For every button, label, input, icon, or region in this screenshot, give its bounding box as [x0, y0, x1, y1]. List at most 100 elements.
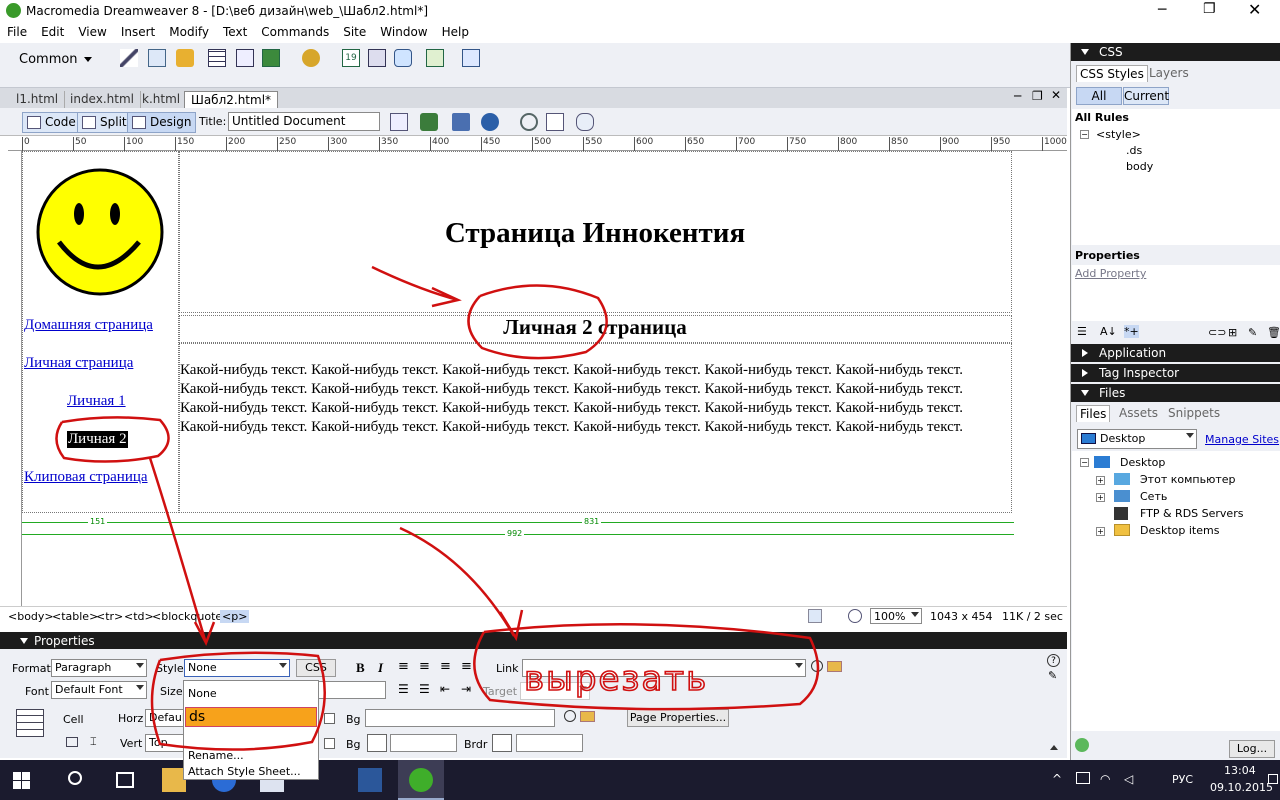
globe-icon[interactable] [481, 113, 499, 131]
format-select[interactable]: Paragraph [51, 659, 147, 677]
rule-body[interactable]: body [1126, 160, 1153, 173]
tab-k[interactable]: k.html [136, 91, 188, 108]
expand-arrow-icon[interactable] [1050, 745, 1058, 750]
nav-personal-link[interactable]: Личная страница [24, 355, 133, 372]
minimize-button[interactable]: ─ [1158, 2, 1166, 18]
tab-shabl2[interactable]: Шабл2.html* [184, 91, 279, 108]
link-field[interactable] [522, 659, 806, 677]
design-canvas[interactable]: Страница Иннокентия Личная 2 страница До… [22, 151, 1067, 606]
outdent-icon[interactable]: ⇤ [440, 682, 450, 696]
list-view-icon[interactable]: A↓ [1100, 325, 1117, 338]
tree-network[interactable]: Сеть [1140, 490, 1167, 503]
tray-arrow-icon[interactable]: ^ [1052, 772, 1062, 786]
task-view-icon[interactable] [116, 772, 134, 788]
style-select[interactable]: None [184, 659, 290, 677]
tree-desktop-items[interactable]: Desktop items [1140, 524, 1219, 537]
zoom-tool-icon[interactable] [848, 609, 862, 623]
tree-expand-icon[interactable]: + [1096, 527, 1105, 536]
menu-view[interactable]: View [71, 22, 113, 39]
page-properties-button[interactable]: Page Properties... [627, 709, 729, 727]
file-management-icon[interactable] [452, 113, 470, 131]
comment-icon[interactable] [394, 49, 412, 67]
attach-stylesheet-icon[interactable]: ⊂⊃ [1208, 326, 1226, 339]
menu-modify[interactable]: Modify [162, 22, 216, 39]
properties-panel-header[interactable]: Properties [0, 632, 1067, 649]
files-panel-header[interactable]: Files [1071, 384, 1280, 402]
dreamweaver-taskbar-icon[interactable] [398, 760, 444, 800]
refresh-icon[interactable] [520, 113, 538, 131]
design-view-button[interactable]: Design [127, 112, 197, 133]
tag-p[interactable]: <p> [220, 610, 250, 623]
bold-button[interactable]: B [356, 660, 365, 676]
close-button[interactable]: ✕ [1248, 0, 1261, 19]
preview-browser-icon[interactable] [420, 113, 438, 131]
rule-style[interactable]: <style> [1096, 128, 1141, 141]
merge-cells-icon[interactable] [66, 737, 78, 747]
tag-table[interactable]: <table> [52, 610, 98, 623]
nav-clips-link[interactable]: Клиповая страница [24, 469, 148, 486]
italic-button[interactable]: I [378, 660, 383, 676]
application-panel-header[interactable]: Application [1071, 344, 1280, 362]
tag-chooser-icon[interactable] [462, 49, 480, 67]
volume-tray-icon[interactable]: ◁ [1124, 772, 1133, 786]
clock-date[interactable]: 09.10.2015 [1210, 781, 1273, 794]
tag-tr[interactable]: <tr> [96, 610, 123, 623]
mode-current-button[interactable]: Current [1123, 87, 1169, 105]
view-options-icon[interactable] [546, 113, 564, 131]
tree-ftp[interactable]: FTP & RDS Servers [1140, 507, 1243, 520]
css-panel-header[interactable]: CSS [1071, 43, 1280, 61]
css-button[interactable]: CSS [296, 659, 336, 677]
category-dropdown-icon[interactable] [84, 57, 92, 62]
tree-expand-icon[interactable]: + [1096, 476, 1105, 485]
browse-folder-icon[interactable] [827, 661, 842, 672]
tab-snippets[interactable]: Snippets [1168, 406, 1220, 420]
bg-image-field[interactable] [365, 709, 555, 727]
bg-color-field[interactable] [390, 734, 457, 752]
zoom-select[interactable]: 100% [870, 608, 922, 624]
nav-personal1-link[interactable]: Личная 1 [67, 393, 126, 410]
point-to-file-icon[interactable] [811, 660, 823, 672]
target-select[interactable] [520, 682, 590, 700]
tree-collapse-icon[interactable]: − [1080, 130, 1089, 139]
menu-help[interactable]: Help [435, 22, 476, 39]
insert-category[interactable]: Common [19, 52, 78, 67]
split-cell-icon[interactable]: ⌶ [90, 735, 97, 749]
hand-tool-icon[interactable] [828, 609, 842, 623]
menu-commands[interactable]: Commands [254, 22, 336, 39]
style-option-attach[interactable]: Attach Style Sheet... [188, 765, 301, 778]
window-size[interactable]: 1043 x 454 [930, 610, 993, 623]
date-icon[interactable]: 19 [342, 49, 360, 67]
rule-ds[interactable]: .ds [1126, 144, 1142, 157]
hyperlink-icon[interactable] [120, 49, 138, 67]
media-icon[interactable] [302, 49, 320, 67]
bg-color-swatch[interactable] [367, 734, 387, 752]
tag-inspector-panel-header[interactable]: Tag Inspector [1071, 364, 1280, 382]
style-option-ds[interactable]: ds [185, 707, 317, 727]
indent-icon[interactable]: ⇥ [461, 682, 471, 696]
tag-td[interactable]: <td> [124, 610, 154, 623]
tab-files[interactable]: Files [1076, 405, 1111, 422]
edit-style-icon[interactable]: ✎ [1248, 326, 1257, 339]
server-side-include-icon[interactable] [368, 49, 386, 67]
named-anchor-icon[interactable] [176, 49, 194, 67]
no-wrap-checkbox[interactable] [324, 713, 335, 724]
border-color-swatch[interactable] [492, 734, 512, 752]
tag-body[interactable]: <body> [8, 610, 54, 623]
align-left-icon[interactable]: ≡ [398, 659, 409, 674]
search-icon[interactable] [68, 771, 82, 785]
select-tool-icon[interactable] [808, 609, 822, 623]
clock-time[interactable]: 13:04 [1224, 764, 1256, 777]
align-right-icon[interactable]: ≡ [440, 659, 451, 674]
code-view-button[interactable]: Code [22, 112, 81, 133]
bg-point-to-file-icon[interactable] [564, 710, 576, 722]
doc-close-button[interactable]: ✕ [1051, 88, 1061, 102]
new-rule-icon[interactable]: ⊞ [1228, 326, 1237, 339]
style-option-rename[interactable]: Rename... [188, 749, 244, 762]
align-center-icon[interactable]: ≡ [419, 659, 430, 674]
div-icon[interactable] [236, 49, 254, 67]
keyboard-language[interactable]: РУС [1172, 773, 1193, 786]
justify-icon[interactable]: ≡ [461, 659, 472, 674]
tree-collapse-icon[interactable]: − [1080, 458, 1089, 467]
quick-tag-edit-icon[interactable]: ✎ [1048, 669, 1057, 682]
category-view-icon[interactable]: ☰ [1077, 325, 1087, 338]
